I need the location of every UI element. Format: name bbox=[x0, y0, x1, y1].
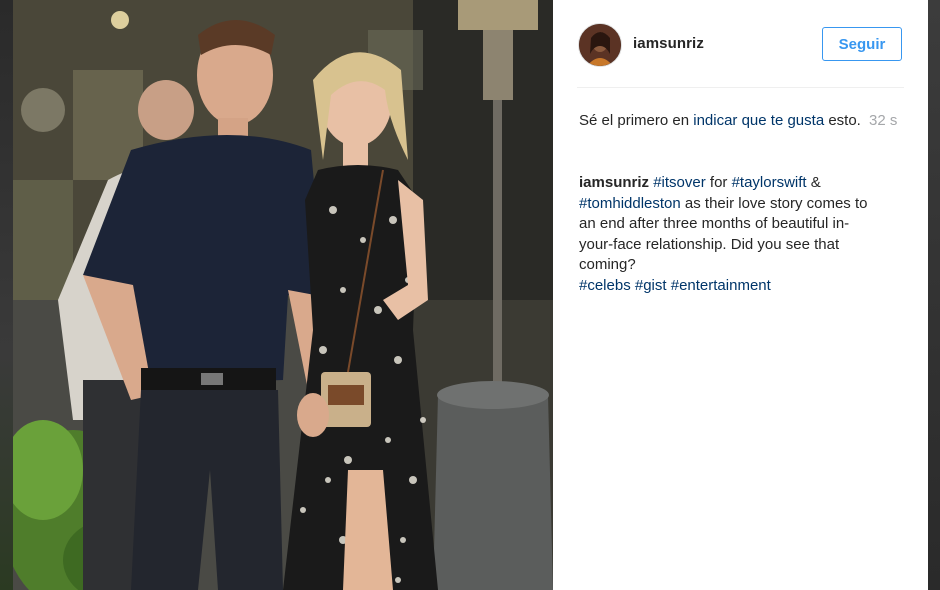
post-timestamp[interactable]: 32 s bbox=[869, 110, 897, 131]
caption-author-link[interactable]: iamsunriz bbox=[579, 174, 649, 191]
post-caption: iamsunriz #itsover for #taylorswift & #t… bbox=[579, 173, 879, 296]
likes-prompt: Sé el primero en indicar que te gusta es… bbox=[579, 110, 864, 131]
follow-button[interactable]: Seguir bbox=[822, 27, 902, 61]
hashtag-tomhiddleston[interactable]: #tomhiddleston bbox=[579, 195, 681, 212]
header-divider bbox=[577, 87, 904, 88]
post-photo[interactable] bbox=[13, 0, 553, 590]
hashtag-entertainment[interactable]: #entertainment bbox=[671, 277, 771, 294]
profile-photo-icon bbox=[579, 24, 621, 66]
author-username[interactable]: iamsunriz bbox=[633, 35, 704, 52]
modal-backdrop-right[interactable] bbox=[928, 0, 940, 590]
hashtag-taylorswift[interactable]: #taylorswift bbox=[732, 174, 807, 191]
hashtag-itsover[interactable]: #itsover bbox=[653, 174, 706, 191]
hashtag-gist[interactable]: #gist bbox=[635, 277, 667, 294]
caption-text-amp: & bbox=[806, 174, 821, 191]
caption-text-for: for bbox=[705, 174, 732, 191]
modal-backdrop-left[interactable] bbox=[0, 0, 13, 590]
post-side-panel: iamsunriz Seguir Sé el primero en indica… bbox=[553, 0, 928, 590]
like-link[interactable]: indicar que te gusta bbox=[693, 112, 824, 129]
likes-prefix: Sé el primero en bbox=[579, 112, 694, 129]
hashtag-celebs[interactable]: #celebs bbox=[579, 277, 631, 294]
author-avatar[interactable] bbox=[578, 23, 622, 67]
likes-suffix: esto. bbox=[824, 112, 861, 129]
post-photo-illustration bbox=[13, 0, 553, 590]
post-header: iamsunriz Seguir bbox=[553, 0, 928, 88]
